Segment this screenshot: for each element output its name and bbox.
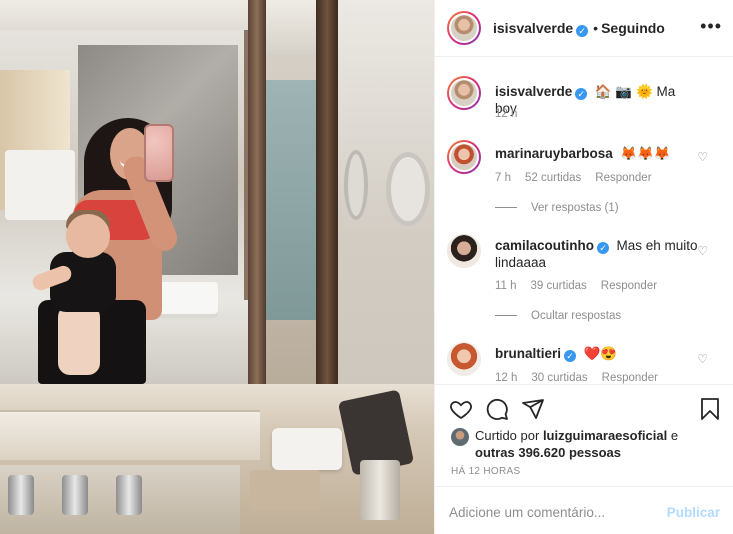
photo-baby-legs: [58, 305, 100, 375]
photo-vanity-mirror-small: [344, 150, 368, 220]
share-icon[interactable]: [521, 397, 545, 421]
photo-faucet: [116, 475, 142, 515]
comment-likes[interactable]: 52 curtidas: [525, 172, 581, 184]
caption-username[interactable]: isisvalverde: [495, 84, 572, 99]
post-photo[interactable]: [0, 0, 434, 534]
comment-item: brunaltieri ✓ ❤️😍 ♡ 12 h 30 curtidas Respon…: [435, 342, 733, 384]
comment-reply-button[interactable]: Responder: [601, 280, 657, 292]
photo-right-frame: [316, 0, 338, 400]
comment-input[interactable]: Adicione um comentário...: [449, 505, 605, 520]
view-replies-toggle[interactable]: Ver respostas (1): [495, 202, 619, 214]
likes-prefix: Curtido por: [475, 428, 540, 443]
commenter-avatar[interactable]: [447, 342, 481, 376]
comment-reply-button[interactable]: Responder: [595, 172, 651, 184]
commenter-avatar[interactable]: [447, 140, 481, 174]
heart-icon[interactable]: [449, 397, 473, 421]
post-timestamp[interactable]: HÁ 12 HORAS: [451, 466, 520, 477]
photo-counter-edge: [0, 410, 260, 460]
comment-body: brunaltieri ✓ ❤️😍: [495, 345, 698, 362]
comment-heart-icon[interactable]: ♡: [697, 352, 708, 366]
post-header: isisvalverde ✓ • Seguindo •••: [435, 0, 733, 57]
photo-faucet: [8, 475, 34, 515]
comment-text: ❤️😍: [583, 346, 618, 361]
photo-jar: [360, 460, 400, 520]
photo-faucet: [62, 475, 88, 515]
caption-time[interactable]: 12 h: [495, 108, 517, 120]
separator-dot: •: [593, 20, 599, 36]
author-username[interactable]: isisvalverde: [493, 20, 573, 36]
comment-reply-button[interactable]: Responder: [602, 372, 658, 384]
likes-user[interactable]: luizguimaraesoficial: [543, 428, 667, 443]
replies-line: [495, 207, 517, 209]
likes-connector: e: [670, 428, 679, 443]
photo-tray: [250, 470, 320, 510]
bookmark-icon[interactable]: [698, 397, 722, 421]
comment-username[interactable]: camilacoutinho: [495, 238, 594, 253]
post-header-name: isisvalverde ✓ • Seguindo: [493, 20, 665, 37]
publish-button[interactable]: Publicar: [667, 505, 720, 520]
comment-meta: 7 h 52 curtidas Responder: [495, 172, 666, 184]
replies-toggle-label: Ver respostas (1): [531, 202, 619, 214]
photo-phone: [144, 124, 174, 182]
comment-time[interactable]: 7 h: [495, 172, 511, 184]
author-avatar[interactable]: [447, 11, 481, 45]
comment-heart-icon[interactable]: ♡: [697, 244, 708, 258]
commenter-avatar[interactable]: [447, 234, 481, 268]
photo-vanity-mirror: [386, 152, 430, 226]
caption-meta: 12 h: [495, 108, 531, 120]
replies-toggle-label: Ocultar respostas: [531, 310, 622, 322]
verified-icon: ✓: [597, 242, 610, 254]
photo-bed: [5, 150, 75, 220]
comment-meta: 11 h 39 curtidas Responder: [495, 280, 671, 292]
add-comment-bar: Adicione um comentário... Publicar: [435, 486, 733, 534]
photo-towel: [272, 428, 342, 470]
more-icon[interactable]: •••: [700, 16, 722, 37]
comment-body: camilacoutinho ✓ Mas eh muito lindaaaa: [495, 237, 698, 271]
comment-likes[interactable]: 39 curtidas: [531, 280, 587, 292]
likes-text: Curtido por luizguimaraesoficial e outra…: [475, 427, 714, 461]
post-actions: Curtido por luizguimaraesoficial e outra…: [435, 384, 733, 486]
hide-replies-toggle[interactable]: Ocultar respostas: [495, 310, 621, 322]
likes-summary: Curtido por luizguimaraesoficial e outra…: [451, 427, 714, 461]
verified-icon: ✓: [576, 25, 589, 37]
verified-icon: ✓: [575, 88, 588, 100]
comment-time[interactable]: 12 h: [495, 372, 517, 384]
comment-time[interactable]: 11 h: [495, 280, 517, 292]
photo-baby-head: [66, 214, 110, 258]
follow-state-button[interactable]: Seguindo: [601, 20, 665, 36]
comment-username[interactable]: marinaruybarbosa: [495, 146, 613, 161]
comment-username[interactable]: brunaltieri: [495, 346, 561, 361]
comment-meta: 12 h 30 curtidas Responder: [495, 372, 672, 384]
comment-likes[interactable]: 30 curtidas: [531, 372, 587, 384]
liker-avatar[interactable]: [451, 428, 469, 446]
post-side-panel: isisvalverde ✓ • Seguindo ••• isisvalverde ✓…: [434, 0, 733, 534]
comment-item: marinaruybarbosa 🦊🦊🦊 ♡ 7 h 52 curtidas Res…: [435, 140, 733, 220]
likes-others[interactable]: outras 396.620 pessoas: [475, 445, 621, 460]
comment-icon[interactable]: [485, 397, 509, 421]
caption: isisvalverde ✓ 🏠 📷 🌞 Ma boy 12 h: [435, 76, 733, 126]
comment-heart-icon[interactable]: ♡: [697, 150, 708, 164]
comment-body: marinaruybarbosa 🦊🦊🦊: [495, 145, 698, 162]
verified-icon: ✓: [564, 350, 577, 362]
comment-item: camilacoutinho ✓ Mas eh muito lindaaaa ♡ …: [435, 234, 733, 324]
replies-line: [495, 315, 517, 317]
author-avatar[interactable]: [447, 76, 481, 110]
comment-text: 🦊🦊🦊: [620, 146, 671, 161]
comments-list[interactable]: isisvalverde ✓ 🏠 📷 🌞 Ma boy 12 h marinaru…: [435, 58, 733, 384]
